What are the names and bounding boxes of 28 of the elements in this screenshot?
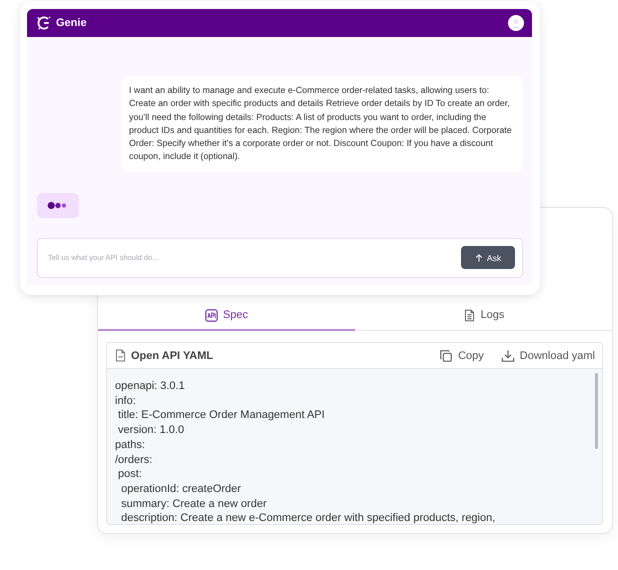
message-bubble: I want an ability to manage and execute e-Commerce order-related tasks, allowing users to: Create an order with specific products and details Retrieve order details by ID To create an order, you’ll need the following details: Products: A list of products you want to order, including the product IDs and quantities for each. Region: The region where the order will be placed. Corporate Order: Specify whether it’s a corporate order or not. Discount Coupon: If you have a discount coupon, include it (optional). [121,76,523,172]
download-icon [500,348,515,362]
code-line: description: Create a new e-Commerce order with specified products, region, [120,511,496,524]
dots-icon [47,200,69,210]
code-line: summary: Create a new order [120,496,268,512]
code-line: version: 1.0.0 [117,423,186,438]
arrow-up-icon [474,254,483,262]
action-button[interactable]: Download yaml [498,348,598,362]
code-line: title: E-Commerce Order Management API [117,408,326,424]
scrollbar[interactable] [595,373,598,449]
api-icon [204,308,218,322]
logo-icon [36,15,52,31]
tab[interactable]: Spec [98,301,355,331]
app-title: Genie [56,17,87,29]
code-line: /orders: [115,452,154,468]
avatar-icon[interactable] [508,15,524,31]
copy-icon [439,348,454,362]
document-icon [462,308,476,322]
action-button[interactable]: Copy [436,348,487,362]
code-line: info: [115,394,137,408]
code-line: operationId: createOrder [120,482,242,497]
code-line: post: [117,467,143,482]
panel-title: Open API YAML [131,350,214,362]
code-line: openapi: 3.0.1 [115,379,186,394]
tab[interactable]: Logs [355,301,612,331]
ask-button[interactable]: Ask [461,246,515,270]
file-icon [115,349,126,362]
code-line: paths: [115,438,146,453]
